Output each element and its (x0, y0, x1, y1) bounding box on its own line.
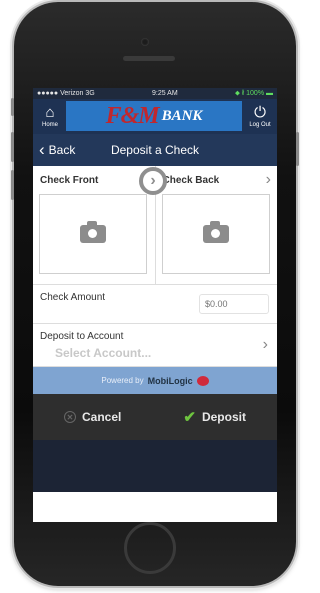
check-front-card[interactable]: Check Front (33, 166, 155, 284)
check-back-photo[interactable] (161, 194, 270, 274)
battery-indicator: ⬥ ∦ 100% ▬ (234, 89, 273, 97)
earpiece-speaker (123, 56, 175, 61)
screen-bottom-area (33, 440, 277, 492)
camera-icon (202, 221, 229, 243)
cancel-icon: ✕ (64, 411, 76, 423)
power-button (296, 132, 299, 166)
checkmark-icon: ✔ (183, 409, 196, 426)
logo-word: BANK (161, 107, 203, 124)
bank-logo: F&M BANK (66, 101, 242, 131)
home-hardware-button[interactable] (124, 522, 176, 574)
carrier-text: ●●●●● Verizon 3G (37, 90, 95, 97)
check-back-label: Check Back (162, 175, 220, 186)
logout-button[interactable]: ⏻ Log Out (245, 104, 275, 132)
app-screen: ●●●●● Verizon 3G 9:25 AM ⬥ ∦ 100% ▬ ⌂ Ho… (33, 88, 277, 522)
chevron-right-icon: › (265, 171, 271, 188)
check-amount-row: Check Amount (33, 285, 277, 324)
check-front-photo[interactable] (39, 194, 147, 274)
home-label: Home (41, 122, 58, 128)
back-button[interactable]: ‹ Back (39, 140, 76, 159)
status-bar: ●●●●● Verizon 3G 9:25 AM ⬥ ∦ 100% ▬ (33, 88, 277, 99)
camera-icon (80, 221, 106, 243)
volume-down-button (11, 170, 14, 200)
house-icon: ⌂ (45, 104, 55, 121)
front-camera (141, 38, 149, 46)
chevron-right-icon: › (262, 336, 268, 353)
nav-bar: ‹ Back Deposit a Check (33, 134, 277, 166)
check-back-card[interactable]: Check Back › (154, 166, 278, 284)
clock-text: 9:25 AM (152, 90, 178, 97)
brand-logo-icon (196, 375, 209, 386)
deposit-account-label: Deposit to Account (40, 331, 124, 342)
home-button[interactable]: ⌂ Home (35, 104, 65, 132)
account-select[interactable]: Select Account... (55, 346, 151, 360)
deposit-label: Deposit (201, 410, 246, 424)
cancel-label: Cancel (82, 410, 122, 424)
power-icon: ⏻ (254, 104, 266, 121)
check-front-label: Check Front (40, 175, 99, 186)
check-capture-section: Check Front Check Back › › (33, 166, 277, 285)
deposit-button[interactable]: ✔ Deposit (183, 408, 246, 426)
check-amount-label: Check Amount (40, 292, 106, 303)
check-amount-input[interactable] (199, 294, 269, 314)
logo-mark: F&M (105, 102, 160, 129)
mute-switch (11, 98, 14, 116)
deposit-account-row[interactable]: Deposit to Account Select Account... › (33, 324, 277, 367)
back-label: Back (48, 143, 76, 157)
powered-prefix: Powered by (101, 376, 144, 385)
app-header: ⌂ Home F&M BANK ⏻ Log Out (33, 99, 277, 134)
powered-brand: MobiLogic (147, 375, 193, 386)
next-chevron-icon[interactable]: › (139, 167, 167, 195)
cancel-button[interactable]: ✕ Cancel (64, 410, 121, 424)
action-bar: ✕ Cancel ✔ Deposit (33, 394, 277, 440)
phone-frame: ●●●●● Verizon 3G 9:25 AM ⬥ ∦ 100% ▬ ⌂ Ho… (11, 2, 299, 586)
volume-up-button (11, 132, 14, 162)
logout-label: Log Out (249, 122, 271, 128)
powered-by-banner: Powered by MobiLogic (33, 367, 277, 394)
chevron-left-icon: ‹ (39, 140, 45, 159)
